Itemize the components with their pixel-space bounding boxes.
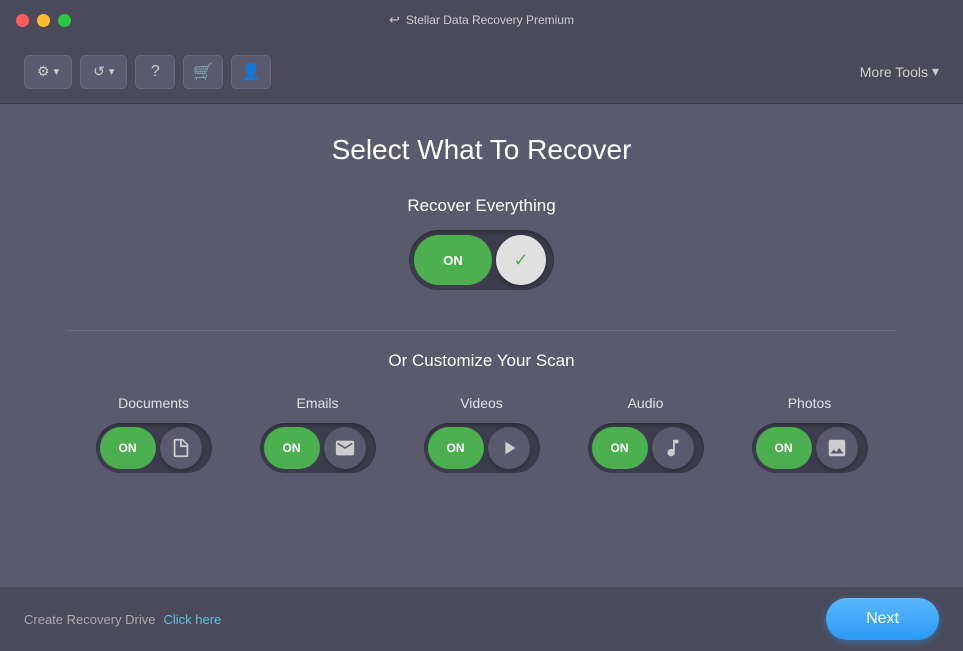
history-icon: ↺ [93, 63, 105, 80]
help-icon: ? [151, 63, 160, 81]
settings-button[interactable]: ⚙ ▾ [24, 55, 72, 89]
audio-toggle-knob [652, 427, 694, 469]
document-icon [170, 437, 192, 459]
next-button[interactable]: Next [826, 598, 939, 640]
video-icon [498, 437, 520, 459]
bottom-bar: Create Recovery Drive Click here Next [0, 587, 963, 651]
emails-toggle-knob [324, 427, 366, 469]
photos-toggle-knob [816, 427, 858, 469]
audio-toggle[interactable]: ON [588, 423, 704, 473]
videos-toggle[interactable]: ON [424, 423, 540, 473]
recover-everything-toggle[interactable]: ON ✓ [409, 230, 554, 290]
gear-icon: ⚙ [37, 63, 50, 80]
recover-everything-label: Recover Everything [407, 196, 555, 216]
file-type-emails: Emails ON [260, 395, 376, 473]
checkmark-icon: ✓ [513, 250, 528, 271]
click-here-link[interactable]: Click here [164, 612, 222, 627]
titlebar: ↩ Stellar Data Recovery Premium [0, 0, 963, 40]
file-type-photos: Photos ON [752, 395, 868, 473]
audio-icon [662, 437, 684, 459]
photos-label: Photos [788, 395, 832, 411]
file-type-audio: Audio ON [588, 395, 704, 473]
photos-icon [826, 437, 848, 459]
file-type-videos: Videos ON [424, 395, 540, 473]
file-types-row: Documents ON Emails ON [96, 395, 868, 473]
cart-icon: 🛒 [193, 62, 213, 82]
videos-label: Videos [460, 395, 503, 411]
minimize-button[interactable] [37, 14, 50, 27]
page-title: Select What To Recover [332, 134, 632, 166]
emails-toggle-on: ON [264, 427, 320, 469]
help-button[interactable]: ? [135, 55, 175, 89]
audio-label: Audio [628, 395, 664, 411]
more-tools-button[interactable]: More Tools ▾ [860, 63, 939, 80]
back-arrow-icon: ↩ [389, 12, 400, 28]
emails-label: Emails [296, 395, 338, 411]
videos-toggle-knob [488, 427, 530, 469]
account-button[interactable]: 👤 [231, 55, 271, 89]
documents-toggle[interactable]: ON [96, 423, 212, 473]
section-divider [66, 330, 897, 331]
photos-toggle-on: ON [756, 427, 812, 469]
documents-toggle-on: ON [100, 427, 156, 469]
more-tools-chevron-icon: ▾ [932, 63, 939, 80]
toolbar-right: More Tools ▾ [860, 63, 939, 80]
toolbar-left: ⚙ ▾ ↺ ▾ ? 🛒 👤 [24, 55, 271, 89]
photos-toggle[interactable]: ON [752, 423, 868, 473]
documents-label: Documents [118, 395, 189, 411]
customize-label: Or Customize Your Scan [388, 351, 574, 371]
toggle-on-label: ON [414, 235, 492, 285]
main-content: Select What To Recover Recover Everythin… [0, 104, 963, 493]
email-icon [334, 437, 356, 459]
toggle-knob: ✓ [496, 235, 546, 285]
file-type-documents: Documents ON [96, 395, 212, 473]
history-button[interactable]: ↺ ▾ [80, 55, 127, 89]
cart-button[interactable]: 🛒 [183, 55, 223, 89]
documents-toggle-knob [160, 427, 202, 469]
emails-toggle[interactable]: ON [260, 423, 376, 473]
history-dropdown-arrow: ▾ [109, 65, 115, 78]
window-controls [16, 14, 71, 27]
close-button[interactable] [16, 14, 29, 27]
recover-everything-section: Recover Everything ON ✓ [407, 196, 555, 290]
account-icon: 👤 [241, 62, 261, 82]
create-recovery-text: Create Recovery Drive [24, 612, 156, 627]
audio-toggle-on: ON [592, 427, 648, 469]
maximize-button[interactable] [58, 14, 71, 27]
settings-dropdown-arrow: ▾ [54, 65, 60, 78]
toolbar: ⚙ ▾ ↺ ▾ ? 🛒 👤 More Tools ▾ [0, 40, 963, 104]
app-title: ↩ Stellar Data Recovery Premium [389, 12, 574, 28]
videos-toggle-on: ON [428, 427, 484, 469]
create-recovery-section: Create Recovery Drive Click here [24, 612, 221, 627]
